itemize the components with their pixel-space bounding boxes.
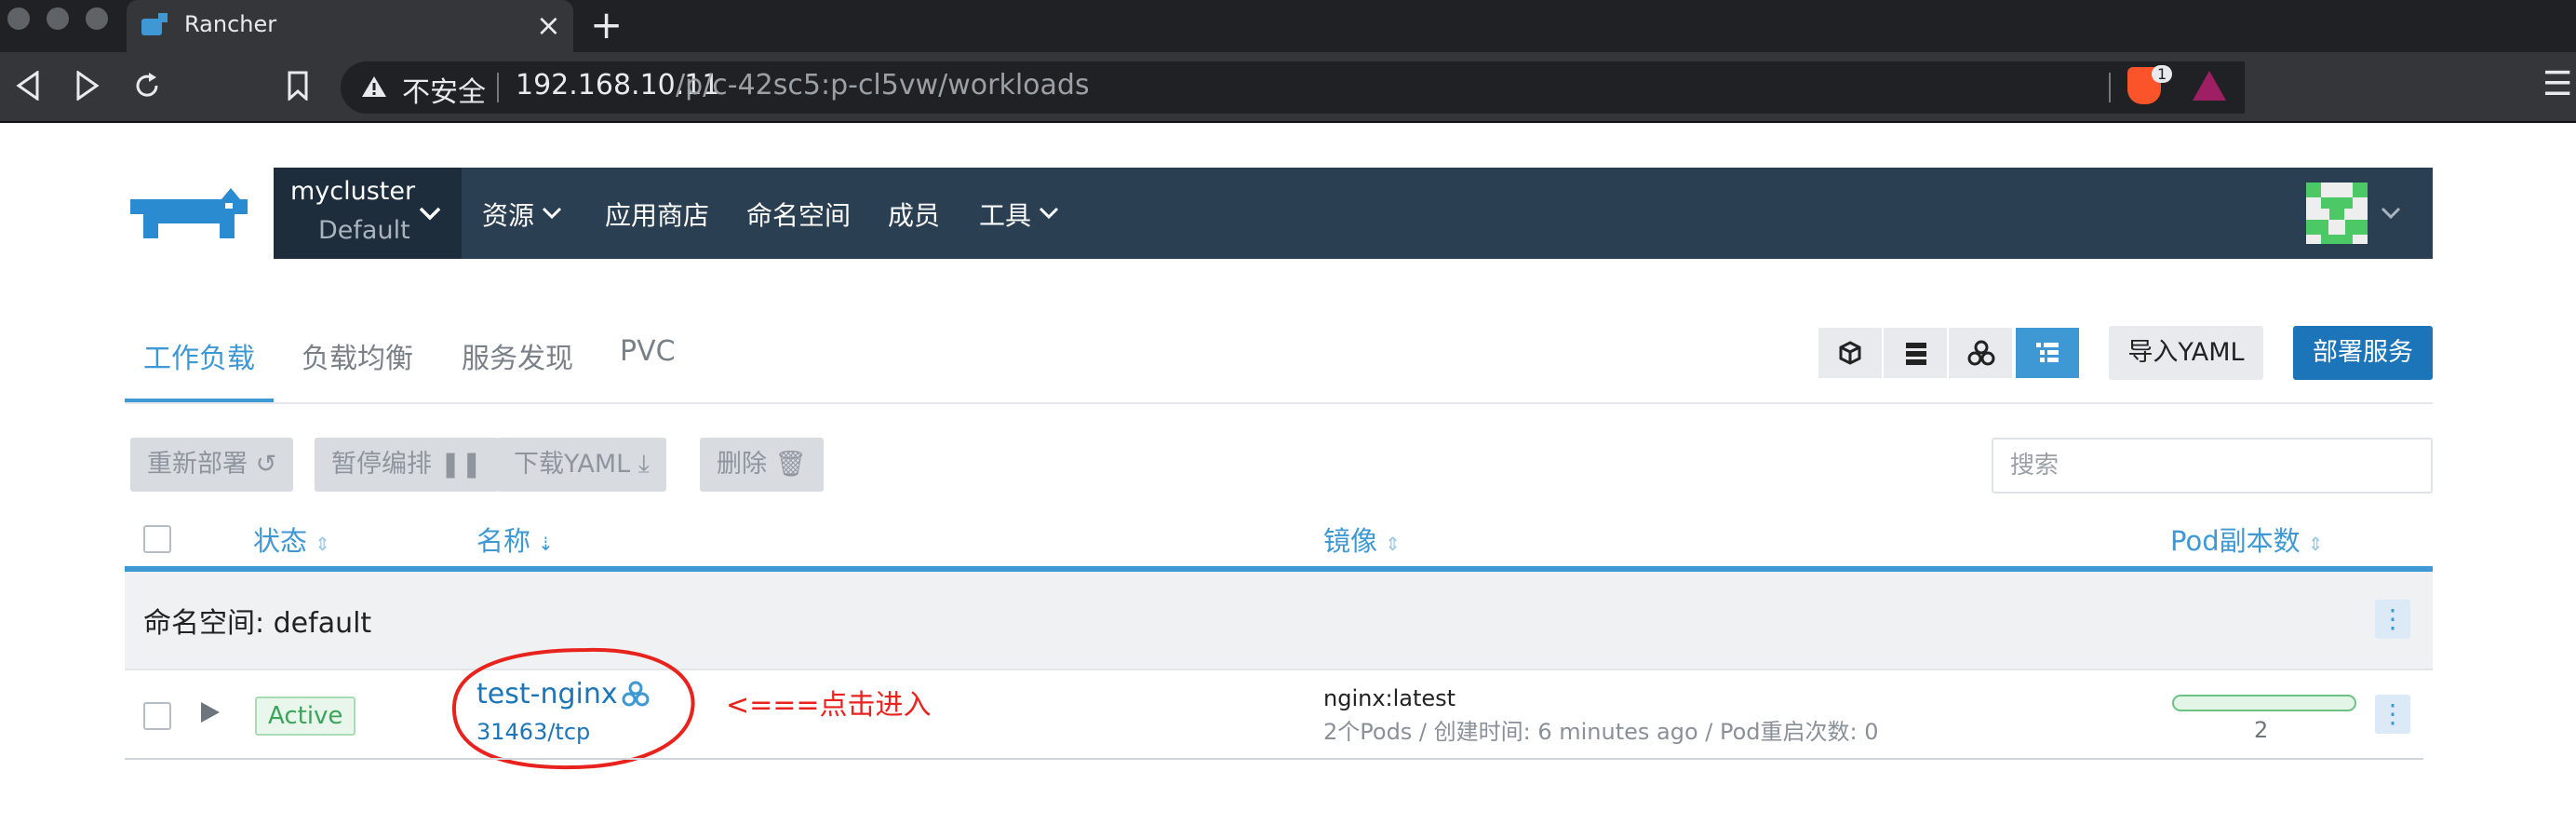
download-yaml-button[interactable]: 下载YAML ⤓ <box>497 438 666 492</box>
workload-group-icon <box>1967 340 1995 366</box>
shields-count-badge: 1 <box>2152 65 2173 83</box>
namespace-actions-icon[interactable]: ⋮ <box>2375 600 2410 639</box>
nav-app-store[interactable]: 应用商店 <box>605 196 709 233</box>
tabs-divider <box>125 402 2433 404</box>
chevron-down-icon <box>542 207 562 220</box>
annotation-circle <box>451 647 695 770</box>
redeploy-button[interactable]: 重新部署 ↺ <box>130 438 294 492</box>
bookmark-icon[interactable] <box>287 71 309 101</box>
sort-icon: ⇕ <box>315 533 330 555</box>
row-divider <box>125 758 2423 760</box>
user-avatar[interactable] <box>2306 183 2368 244</box>
column-header-image[interactable]: 镜像 ⇕ <box>1323 520 1401 559</box>
sort-desc-icon: ⇣ <box>538 533 554 555</box>
import-yaml-button[interactable]: 导入YAML <box>2109 326 2263 380</box>
cluster-name: mycluster <box>290 177 416 206</box>
row-actions-icon[interactable]: ⋮ <box>2375 695 2410 734</box>
view-flat-button[interactable] <box>2016 328 2079 378</box>
flat-list-icon <box>2036 343 2059 362</box>
search-input[interactable] <box>1992 438 2433 494</box>
new-tab-icon[interactable]: + <box>590 2 623 47</box>
brave-rewards-icon[interactable] <box>2193 71 2226 101</box>
tab-pvc[interactable]: PVC <box>620 335 676 368</box>
server-list-icon <box>1906 343 1926 365</box>
delete-label: 删除 <box>717 450 767 479</box>
delete-button[interactable]: 删除 🗑 <box>700 438 824 492</box>
view-list-button[interactable] <box>1884 328 1947 378</box>
nav-resources[interactable]: 资源 <box>482 196 534 233</box>
tab-load-balancing[interactable]: 负载均衡 <box>302 335 413 376</box>
trash-icon: 🗑 <box>774 450 807 479</box>
forward-icon[interactable] <box>74 71 101 101</box>
redeploy-label: 重新部署 <box>147 450 248 479</box>
column-header-name[interactable]: 名称 ⇣ <box>476 520 554 559</box>
view-node-button[interactable] <box>1818 328 1882 378</box>
url-path: /p/c-42sc5:p-cl5vw/workloads <box>676 69 1090 101</box>
rancher-logo[interactable] <box>125 183 255 244</box>
view-group-button[interactable] <box>1949 328 2012 378</box>
chevron-down-icon <box>419 207 441 221</box>
nav-members[interactable]: 成员 <box>888 196 940 233</box>
namespace-group-label: 命名空间: default <box>143 607 372 640</box>
pause-label: 暂停编排 <box>331 450 432 479</box>
status-badge: Active <box>255 697 356 736</box>
window-minimize-control[interactable] <box>47 7 69 30</box>
sort-icon: ⇕ <box>2307 533 2324 555</box>
extension-divider <box>2109 73 2111 102</box>
annotation-text: <===点击进入 <box>726 689 932 722</box>
image-name: nginx:latest <box>1323 685 1456 711</box>
tab-service-discovery[interactable]: 服务发现 <box>462 335 573 376</box>
chevron-down-icon <box>1039 207 1059 220</box>
pod-count: 2 <box>2254 717 2269 743</box>
cube-icon <box>1839 341 1861 365</box>
back-icon[interactable] <box>15 71 41 101</box>
pause-button[interactable]: 暂停编排 ❚❚ <box>315 438 499 492</box>
reload-icon[interactable] <box>132 71 162 101</box>
row-checkbox[interactable] <box>143 702 171 730</box>
download-icon: ⤓ <box>637 450 650 479</box>
chevron-down-icon[interactable] <box>2381 207 2401 220</box>
tab-title: Rancher <box>184 11 277 37</box>
workload-meta: 2个Pods / 创建时间: 6 minutes ago / Pod重启次数: … <box>1323 719 1879 745</box>
deploy-service-button[interactable]: 部署服务 <box>2293 326 2433 380</box>
browser-menu-icon[interactable]: ☰ <box>2542 65 2572 103</box>
rancher-favicon-icon <box>141 13 168 35</box>
sort-icon: ⇕ <box>1385 533 1401 555</box>
pod-scale-bar <box>2172 695 2356 711</box>
security-status: 不安全 <box>402 76 486 109</box>
column-header-status[interactable]: 状态 ⇕ <box>253 520 330 559</box>
expand-row-icon[interactable] <box>199 700 221 724</box>
url-separator <box>497 73 499 102</box>
download-yaml-label: 下载YAML <box>514 450 631 479</box>
nav-namespaces[interactable]: 命名空间 <box>746 196 851 233</box>
nav-tools[interactable]: 工具 <box>979 196 1031 233</box>
project-name: Default <box>318 216 410 245</box>
column-header-pods[interactable]: Pod副本数 ⇕ <box>2170 520 2323 559</box>
window-close-control[interactable] <box>7 7 30 30</box>
window-zoom-control[interactable] <box>86 7 108 30</box>
tab-close-icon[interactable]: × <box>536 7 561 43</box>
redeploy-icon: ↺ <box>255 450 277 479</box>
tab-workloads[interactable]: 工作负载 <box>143 335 255 376</box>
pause-icon: ❚❚ <box>439 450 482 479</box>
warning-icon <box>362 76 386 97</box>
select-all-checkbox[interactable] <box>143 525 171 553</box>
